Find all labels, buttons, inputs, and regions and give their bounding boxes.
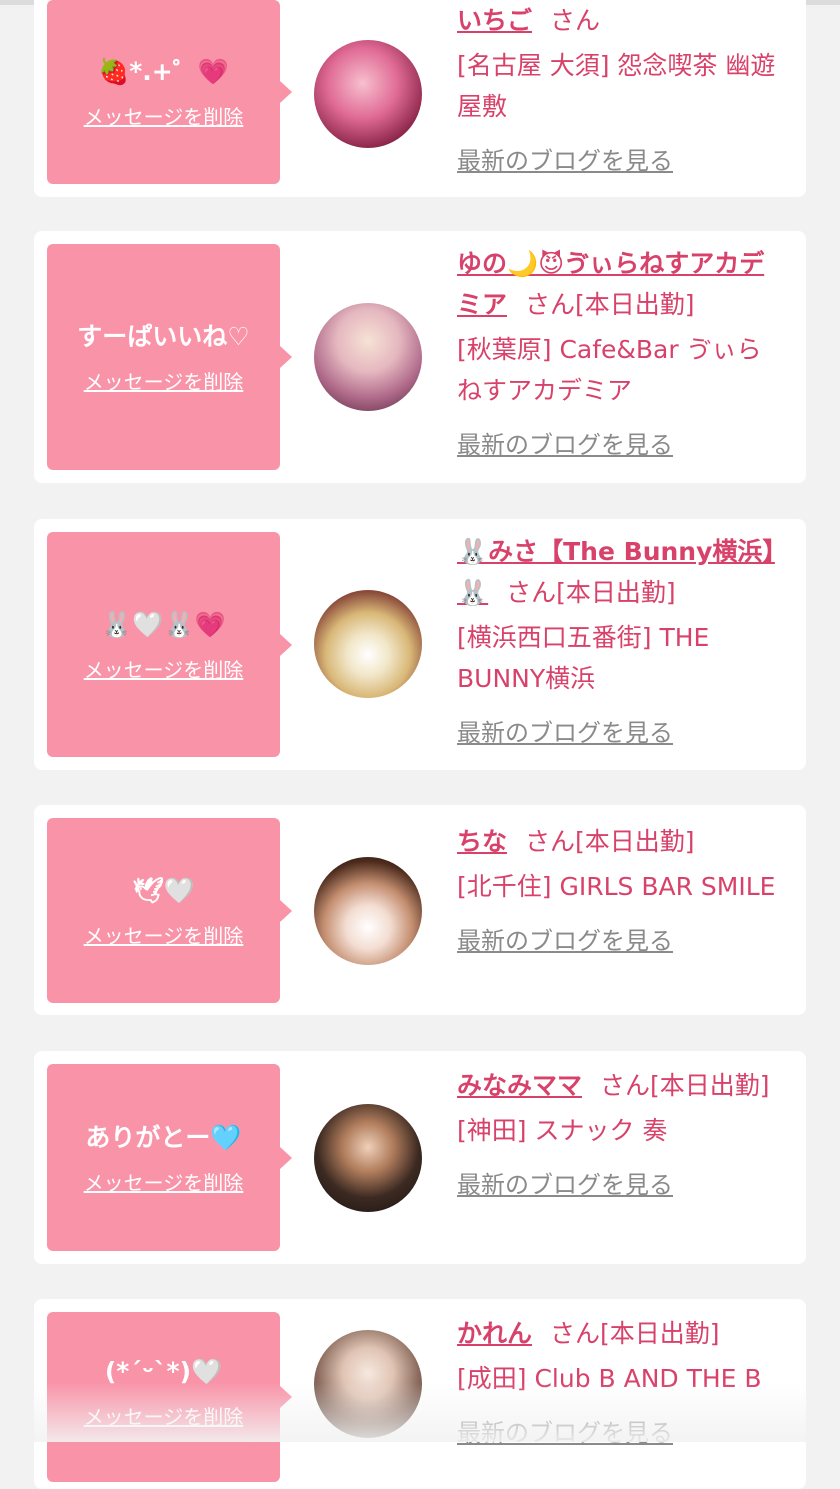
avatar[interactable] — [314, 1104, 422, 1212]
message-bubble: 🍓*.+゜💗 メッセージを削除 — [47, 0, 280, 184]
message-card: ありがとー🩵 メッセージを削除 みなみママさん[本日出勤] [神田] スナック … — [34, 1051, 806, 1264]
honorific: さん — [550, 1319, 600, 1348]
honorific: さん — [506, 578, 556, 607]
latest-blog-link[interactable]: 最新のブログを見る — [457, 425, 673, 466]
latest-blog-link[interactable]: 最新のブログを見る — [457, 141, 673, 182]
shop-name: [成田] Club B AND THE B — [457, 1358, 786, 1399]
honorific: さん — [550, 6, 600, 35]
message-bubble: (*ˊᵕˋ*)🤍 メッセージを削除 — [47, 1312, 280, 1482]
avatar[interactable] — [314, 1330, 422, 1438]
message-card: 🍓*.+゜💗 メッセージを削除 いちごさん [名古屋 大須] 怨念喫茶 幽遊屋敷… — [34, 0, 806, 197]
avatar[interactable] — [314, 590, 422, 698]
message-text: 🕊🤍 — [47, 873, 280, 909]
cast-name-link[interactable]: みなみママ — [457, 1071, 582, 1100]
delete-message-link[interactable]: メッセージを削除 — [84, 1170, 244, 1196]
message-bubble: 🕊🤍 メッセージを削除 — [47, 818, 280, 1003]
latest-blog-link[interactable]: 最新のブログを見る — [457, 1165, 673, 1206]
latest-blog-link[interactable]: 最新のブログを見る — [457, 1413, 673, 1454]
status-text: [本日出勤] — [600, 1319, 720, 1348]
message-text: すーぱいいね♡ — [47, 319, 280, 355]
honorific: さん — [525, 290, 575, 319]
status-text: [本日出勤] — [575, 290, 695, 319]
message-text: ありがとー🩵 — [47, 1120, 280, 1156]
avatar[interactable] — [314, 40, 422, 148]
message-card: (*ˊᵕˋ*)🤍 メッセージを削除 かれんさん[本日出勤] [成田] Club … — [34, 1299, 806, 1489]
status-text: [本日出勤] — [650, 1071, 770, 1100]
status-text: [本日出勤] — [575, 827, 695, 856]
shop-name: [横浜西口五番街] THE BUNNY横浜 — [457, 617, 786, 699]
shop-name: [秋葉原] Cafe&Bar ゔぃらねすアカデミア — [457, 329, 786, 411]
message-text: 🍓*.+゜💗 — [47, 54, 280, 90]
shop-name: [北千住] GIRLS BAR SMILE — [457, 866, 786, 907]
cast-name-link[interactable]: ちな — [457, 827, 507, 856]
message-bubble: すーぱいいね♡ メッセージを削除 — [47, 244, 280, 470]
delete-message-link[interactable]: メッセージを削除 — [84, 369, 244, 395]
message-bubble: 🐰🤍🐰💗 メッセージを削除 — [47, 532, 280, 757]
message-card: 🕊🤍 メッセージを削除 ちなさん[本日出勤] [北千住] GIRLS BAR S… — [34, 805, 806, 1015]
message-card: 🐰🤍🐰💗 メッセージを削除 🐰みさ【The Bunny横浜】🐰さん[本日出勤] … — [34, 519, 806, 770]
delete-message-link[interactable]: メッセージを削除 — [84, 104, 244, 130]
delete-message-link[interactable]: メッセージを削除 — [84, 657, 244, 683]
shop-name: [神田] スナック 奏 — [457, 1110, 786, 1151]
message-text: 🐰🤍🐰💗 — [47, 607, 280, 643]
latest-blog-link[interactable]: 最新のブログを見る — [457, 713, 673, 754]
cast-name-link[interactable]: いちご — [457, 6, 532, 35]
cast-name-link[interactable]: かれん — [457, 1319, 532, 1348]
message-card: すーぱいいね♡ メッセージを削除 ゆの🌙😈ゔぃらねすアカデミアさん[本日出勤] … — [34, 231, 806, 483]
status-text: [本日出勤] — [556, 578, 676, 607]
shop-name: [名古屋 大須] 怨念喫茶 幽遊屋敷 — [457, 45, 786, 127]
avatar[interactable] — [314, 857, 422, 965]
honorific: さん — [600, 1071, 650, 1100]
delete-message-link[interactable]: メッセージを削除 — [84, 923, 244, 949]
latest-blog-link[interactable]: 最新のブログを見る — [457, 921, 673, 962]
message-text: (*ˊᵕˋ*)🤍 — [47, 1354, 280, 1390]
message-bubble: ありがとー🩵 メッセージを削除 — [47, 1064, 280, 1251]
honorific: さん — [525, 827, 575, 856]
avatar[interactable] — [314, 303, 422, 411]
delete-message-link[interactable]: メッセージを削除 — [84, 1404, 244, 1430]
